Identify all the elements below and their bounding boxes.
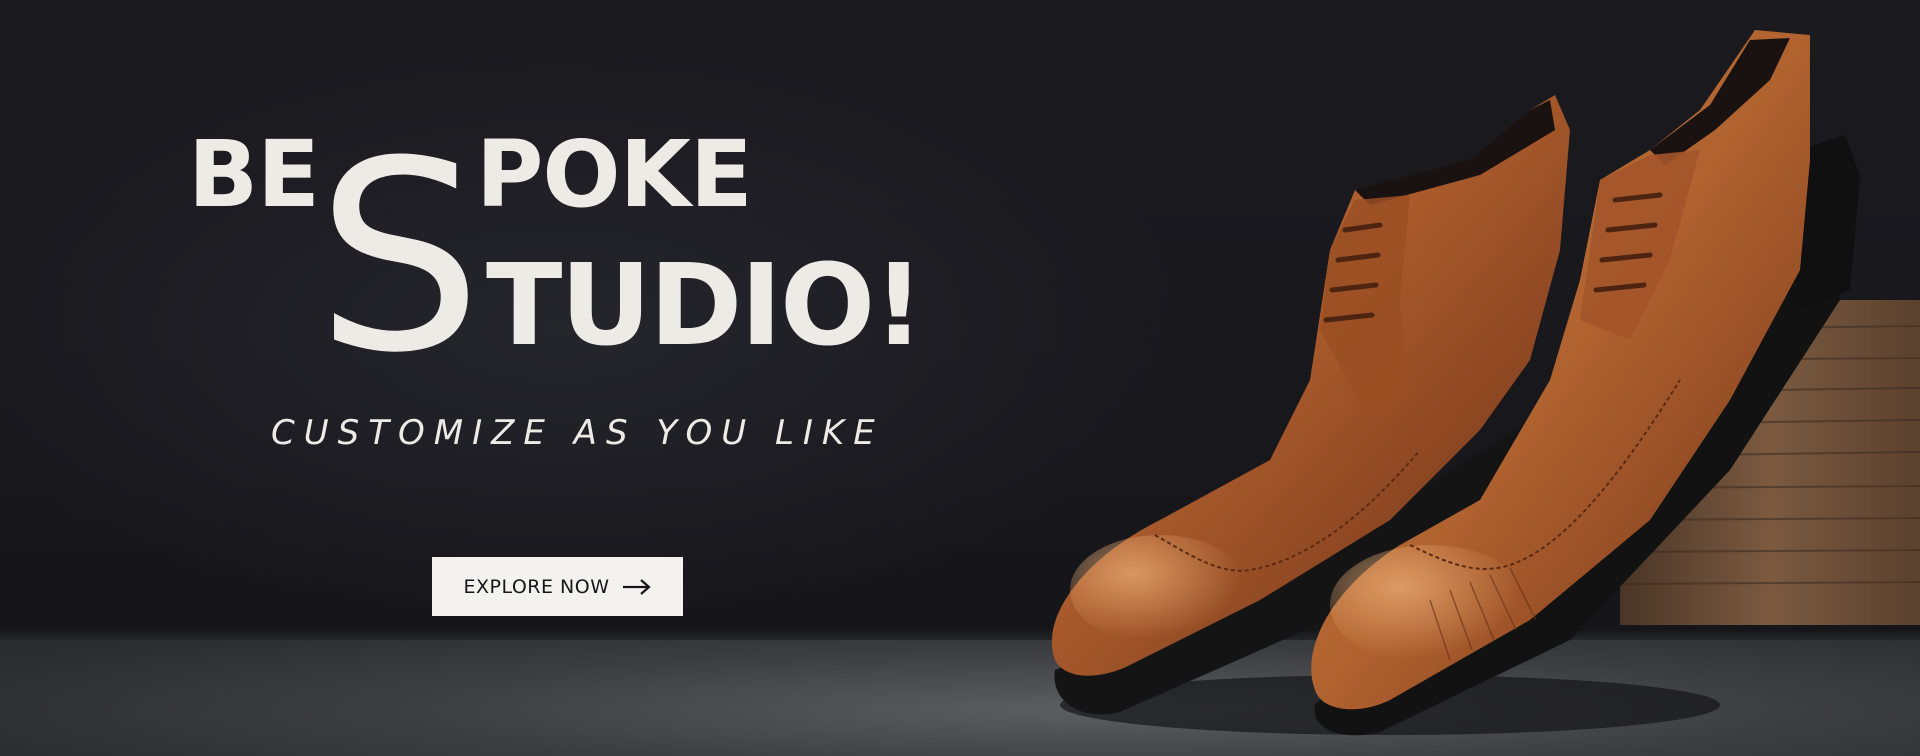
shoes-illustration — [1051, 30, 1920, 736]
shoes-image — [1010, 0, 1920, 756]
explore-now-button[interactable]: EXPLORE NOW — [432, 557, 683, 616]
explore-now-label: EXPLORE NOW — [463, 575, 610, 598]
headline-big-s: S — [316, 130, 482, 370]
hero-banner: BE POKE S TUDIO! CUSTOMIZE AS YOU LIKE E… — [0, 0, 1920, 756]
headline-graphic: BE POKE S TUDIO! — [188, 105, 924, 410]
arrow-right-icon — [622, 578, 652, 596]
headline-studio: TUDIO! — [486, 241, 922, 370]
headline-poke: POKE — [476, 130, 752, 228]
headline-be: BE — [188, 130, 319, 228]
hero-headline: BE POKE S TUDIO! — [186, 105, 946, 410]
hero-tagline: CUSTOMIZE AS YOU LIKE — [271, 413, 884, 453]
